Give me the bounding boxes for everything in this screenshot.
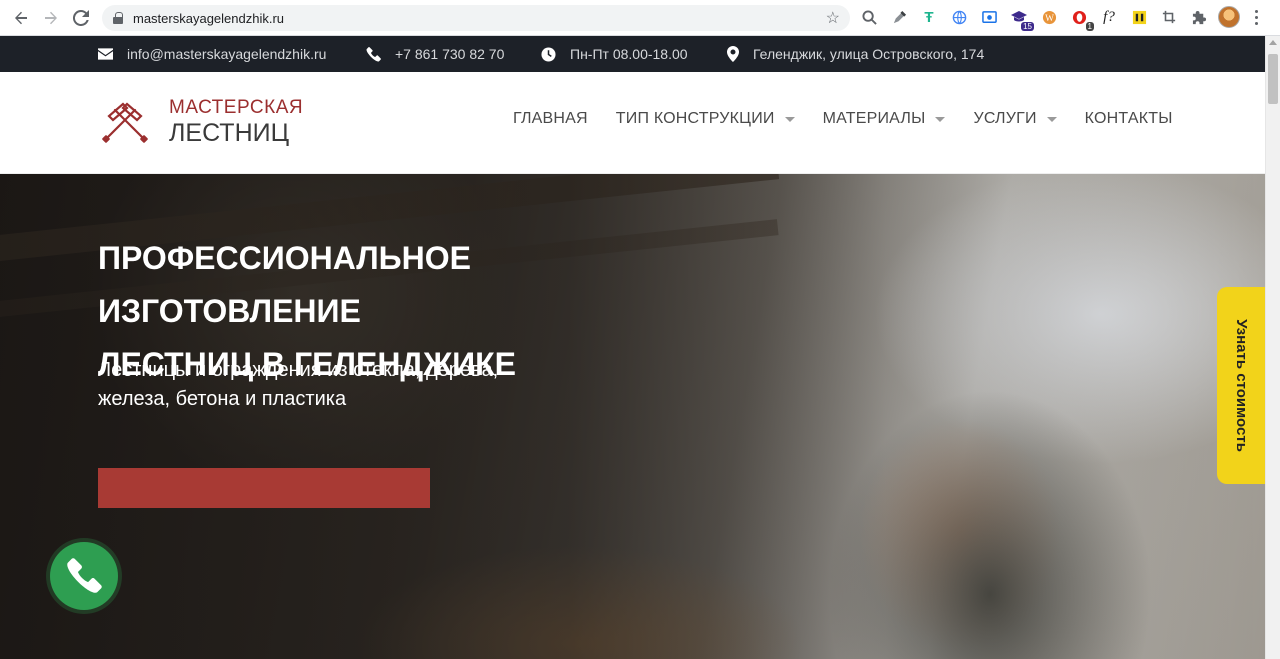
email-text: info@masterskayagelendzhik.ru [127,46,327,62]
avatar[interactable] [1218,6,1240,28]
nav-item-label: УСЛУГИ [973,110,1037,127]
puzzle-icon[interactable] [1188,6,1210,28]
get-price-label: Узнать стоимость [1232,319,1250,452]
lock-icon [113,12,123,24]
nav-item-home[interactable]: ГЛАВНАЯ [513,110,588,128]
hero-subtitle-line1: Лестницы и ограждения из стекла, дерева, [98,359,499,381]
map-pin-icon [727,46,739,62]
caret-down-icon [935,116,946,122]
search-icon[interactable] [858,6,880,28]
envelope-icon [98,48,113,60]
extensions-bar: Ŧ 15 W 1 f? [858,6,1264,31]
nav-item-services[interactable]: УСЛУГИ [973,110,1057,128]
arrow-right-icon [45,11,57,24]
crop-icon[interactable] [1158,6,1180,28]
address-info: Геленджик, улица Островского, 174 [727,36,984,72]
yellow-extension-icon[interactable] [1128,6,1150,28]
page-scrollbar[interactable] [1265,36,1280,659]
site-logo[interactable]: МАСТЕРСКАЯ ЛЕСТНИЦ [97,98,303,146]
arrow-left-icon [15,11,27,24]
opera-icon[interactable]: 1 [1068,6,1094,31]
graduation-cap-icon[interactable]: 15 [1008,6,1034,31]
hero-subtitle: Лестницы и ограждения из стекла, дерева,… [98,356,558,414]
hours-text: Пн-Пт 08.00-18.00 [570,46,688,62]
nav-item-label: ТИП КОНСТРУКЦИИ [615,110,775,127]
wordpress-icon[interactable]: W [1038,6,1060,28]
bookmark-star-icon[interactable]: ☆ [826,8,840,28]
eyedropper-icon[interactable] [888,6,910,28]
logo-line2: ЛЕСТНИЦ [169,119,290,147]
caret-down-icon [1046,116,1057,122]
call-button[interactable] [50,542,118,610]
phone-contact[interactable]: +7 861 730 82 70 [366,36,504,72]
chrome-menu-icon[interactable] [1248,6,1264,28]
screen-capture-icon[interactable] [978,6,1000,28]
nav-item-construction-type[interactable]: ТИП КОНСТРУКЦИИ [616,110,795,128]
clock-icon [541,46,556,62]
hours-info: Пн-Пт 08.00-18.00 [541,36,688,72]
globe-icon[interactable] [948,6,970,28]
nav-item-contacts[interactable]: КОНТАКТЫ [1085,110,1173,128]
email-contact[interactable]: info@masterskayagelendzhik.ru [98,36,326,72]
reload-icon [73,9,89,26]
phone-text: +7 861 730 82 70 [395,46,505,62]
crossed-hammers-icon [102,102,148,143]
contact-bar: info@masterskayagelendzhik.ru +7 861 730… [0,36,1265,72]
nav-item-materials[interactable]: МАТЕРИАЛЫ [823,110,946,128]
t-extension-icon[interactable]: Ŧ [918,6,940,28]
nav-item-label: КОНТАКТЫ [1084,110,1173,127]
hero-cta-button[interactable] [98,468,430,508]
hero-subtitle-line2: железа, бетона и пластика [98,388,347,410]
phone-icon [366,46,381,61]
address-bar[interactable]: masterskayagelendzhik.ru ☆ [102,5,850,31]
main-navigation: ГЛАВНАЯ ТИП КОНСТРУКЦИИ МАТЕРИАЛЫ УСЛУГИ… [513,110,1173,128]
nav-item-label: МАТЕРИАЛЫ [822,110,926,127]
url-text: masterskayagelendzhik.ru [133,10,285,26]
hero-title-line1: ПРОФЕССИОНАЛЬНОЕ ИЗГОТОВЛЕНИЕ [98,240,471,329]
forward-button[interactable] [36,3,66,33]
back-button[interactable] [6,3,36,33]
get-price-tab[interactable]: Узнать стоимость [1217,287,1265,484]
svg-text:W: W [1045,13,1054,23]
extension-badge: 15 [1021,22,1034,31]
logo-line1: МАСТЕРСКАЯ [169,97,304,118]
site-header: МАСТЕРСКАЯ ЛЕСТНИЦ ГЛАВНАЯ ТИП КОНСТРУКЦ… [0,72,1265,174]
browser-toolbar: masterskayagelendzhik.ru ☆ Ŧ 15 W 1 f? [0,0,1280,36]
scroll-up-arrow-icon[interactable] [1269,40,1277,45]
scrollbar-thumb[interactable] [1268,54,1278,104]
address-text: Геленджик, улица Островского, 174 [753,46,985,62]
f-extension-icon[interactable]: f? [1098,6,1120,28]
extension-badge: 1 [1085,22,1094,31]
caret-down-icon [784,116,795,122]
logo-text: МАСТЕРСКАЯ ЛЕСТНИЦ [169,98,303,146]
reload-button[interactable] [66,3,96,33]
nav-item-label: ГЛАВНАЯ [513,110,588,127]
phone-handset-icon [67,558,102,593]
